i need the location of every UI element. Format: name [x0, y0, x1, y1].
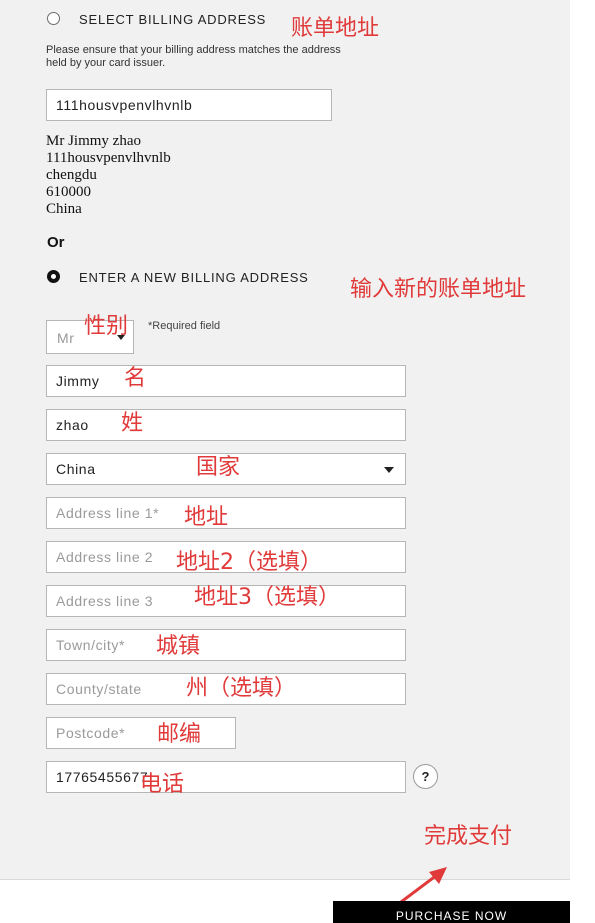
- annotation-first-name: 名: [124, 366, 147, 391]
- annotation-state: 州（选填）: [186, 676, 297, 701]
- phone-input[interactable]: 17765455677: [46, 761, 406, 793]
- select-billing-address-radio[interactable]: [47, 12, 60, 25]
- address-line: chengdu: [46, 167, 97, 183]
- annotation-country: 国家: [196, 455, 241, 480]
- annotation-address-2: 地址2（选填）: [176, 550, 322, 575]
- address-line: China: [46, 201, 82, 217]
- billing-note: Please ensure that your billing address …: [46, 44, 341, 69]
- annotation-address: 地址: [184, 505, 229, 530]
- annotation-billing-address: 账单地址: [291, 16, 380, 41]
- annotation-phone: 电话: [140, 772, 185, 797]
- saved-address-select[interactable]: 111housvpenvlhvnlb: [46, 89, 332, 121]
- required-field-note: *Required field: [148, 320, 221, 332]
- postcode-input[interactable]: Postcode*: [46, 717, 236, 749]
- select-billing-address-label: SELECT BILLING ADDRESS: [79, 12, 267, 27]
- country-select-value: China: [56, 461, 96, 477]
- town-city-input[interactable]: Town/city*: [46, 629, 406, 661]
- title-select-value: Mr: [57, 330, 75, 346]
- address-line: 610000: [46, 184, 91, 200]
- annotation-last-name: 姓: [121, 411, 144, 436]
- new-billing-address-radio[interactable]: [47, 270, 60, 283]
- annotation-complete-payment: 完成支付: [424, 824, 513, 849]
- annotation-address-3: 地址3（选填）: [194, 585, 340, 610]
- annotation-postcode: 邮编: [157, 722, 202, 747]
- chevron-down-icon: [384, 467, 394, 473]
- help-icon[interactable]: ?: [413, 764, 438, 789]
- annotation-gender: 性别: [84, 314, 129, 339]
- right-margin: [570, 0, 595, 880]
- last-name-input[interactable]: zhao: [46, 409, 406, 441]
- address-line: 111housvpenvlhvnlb: [46, 150, 171, 166]
- address-line: Mr Jimmy zhao: [46, 133, 141, 149]
- panel-divider: [0, 879, 570, 880]
- new-billing-address-label: ENTER A NEW BILLING ADDRESS: [79, 270, 309, 285]
- first-name-input[interactable]: Jimmy: [46, 365, 406, 397]
- saved-address-block: Mr Jimmy zhao 111housvpenvlhvnlb chengdu…: [46, 133, 171, 218]
- annotation-town: 城镇: [156, 634, 201, 659]
- purchase-now-button[interactable]: PURCHASE NOW: [333, 901, 570, 923]
- annotation-new-billing-address: 输入新的账单地址: [350, 277, 527, 302]
- or-separator: Or: [47, 234, 65, 251]
